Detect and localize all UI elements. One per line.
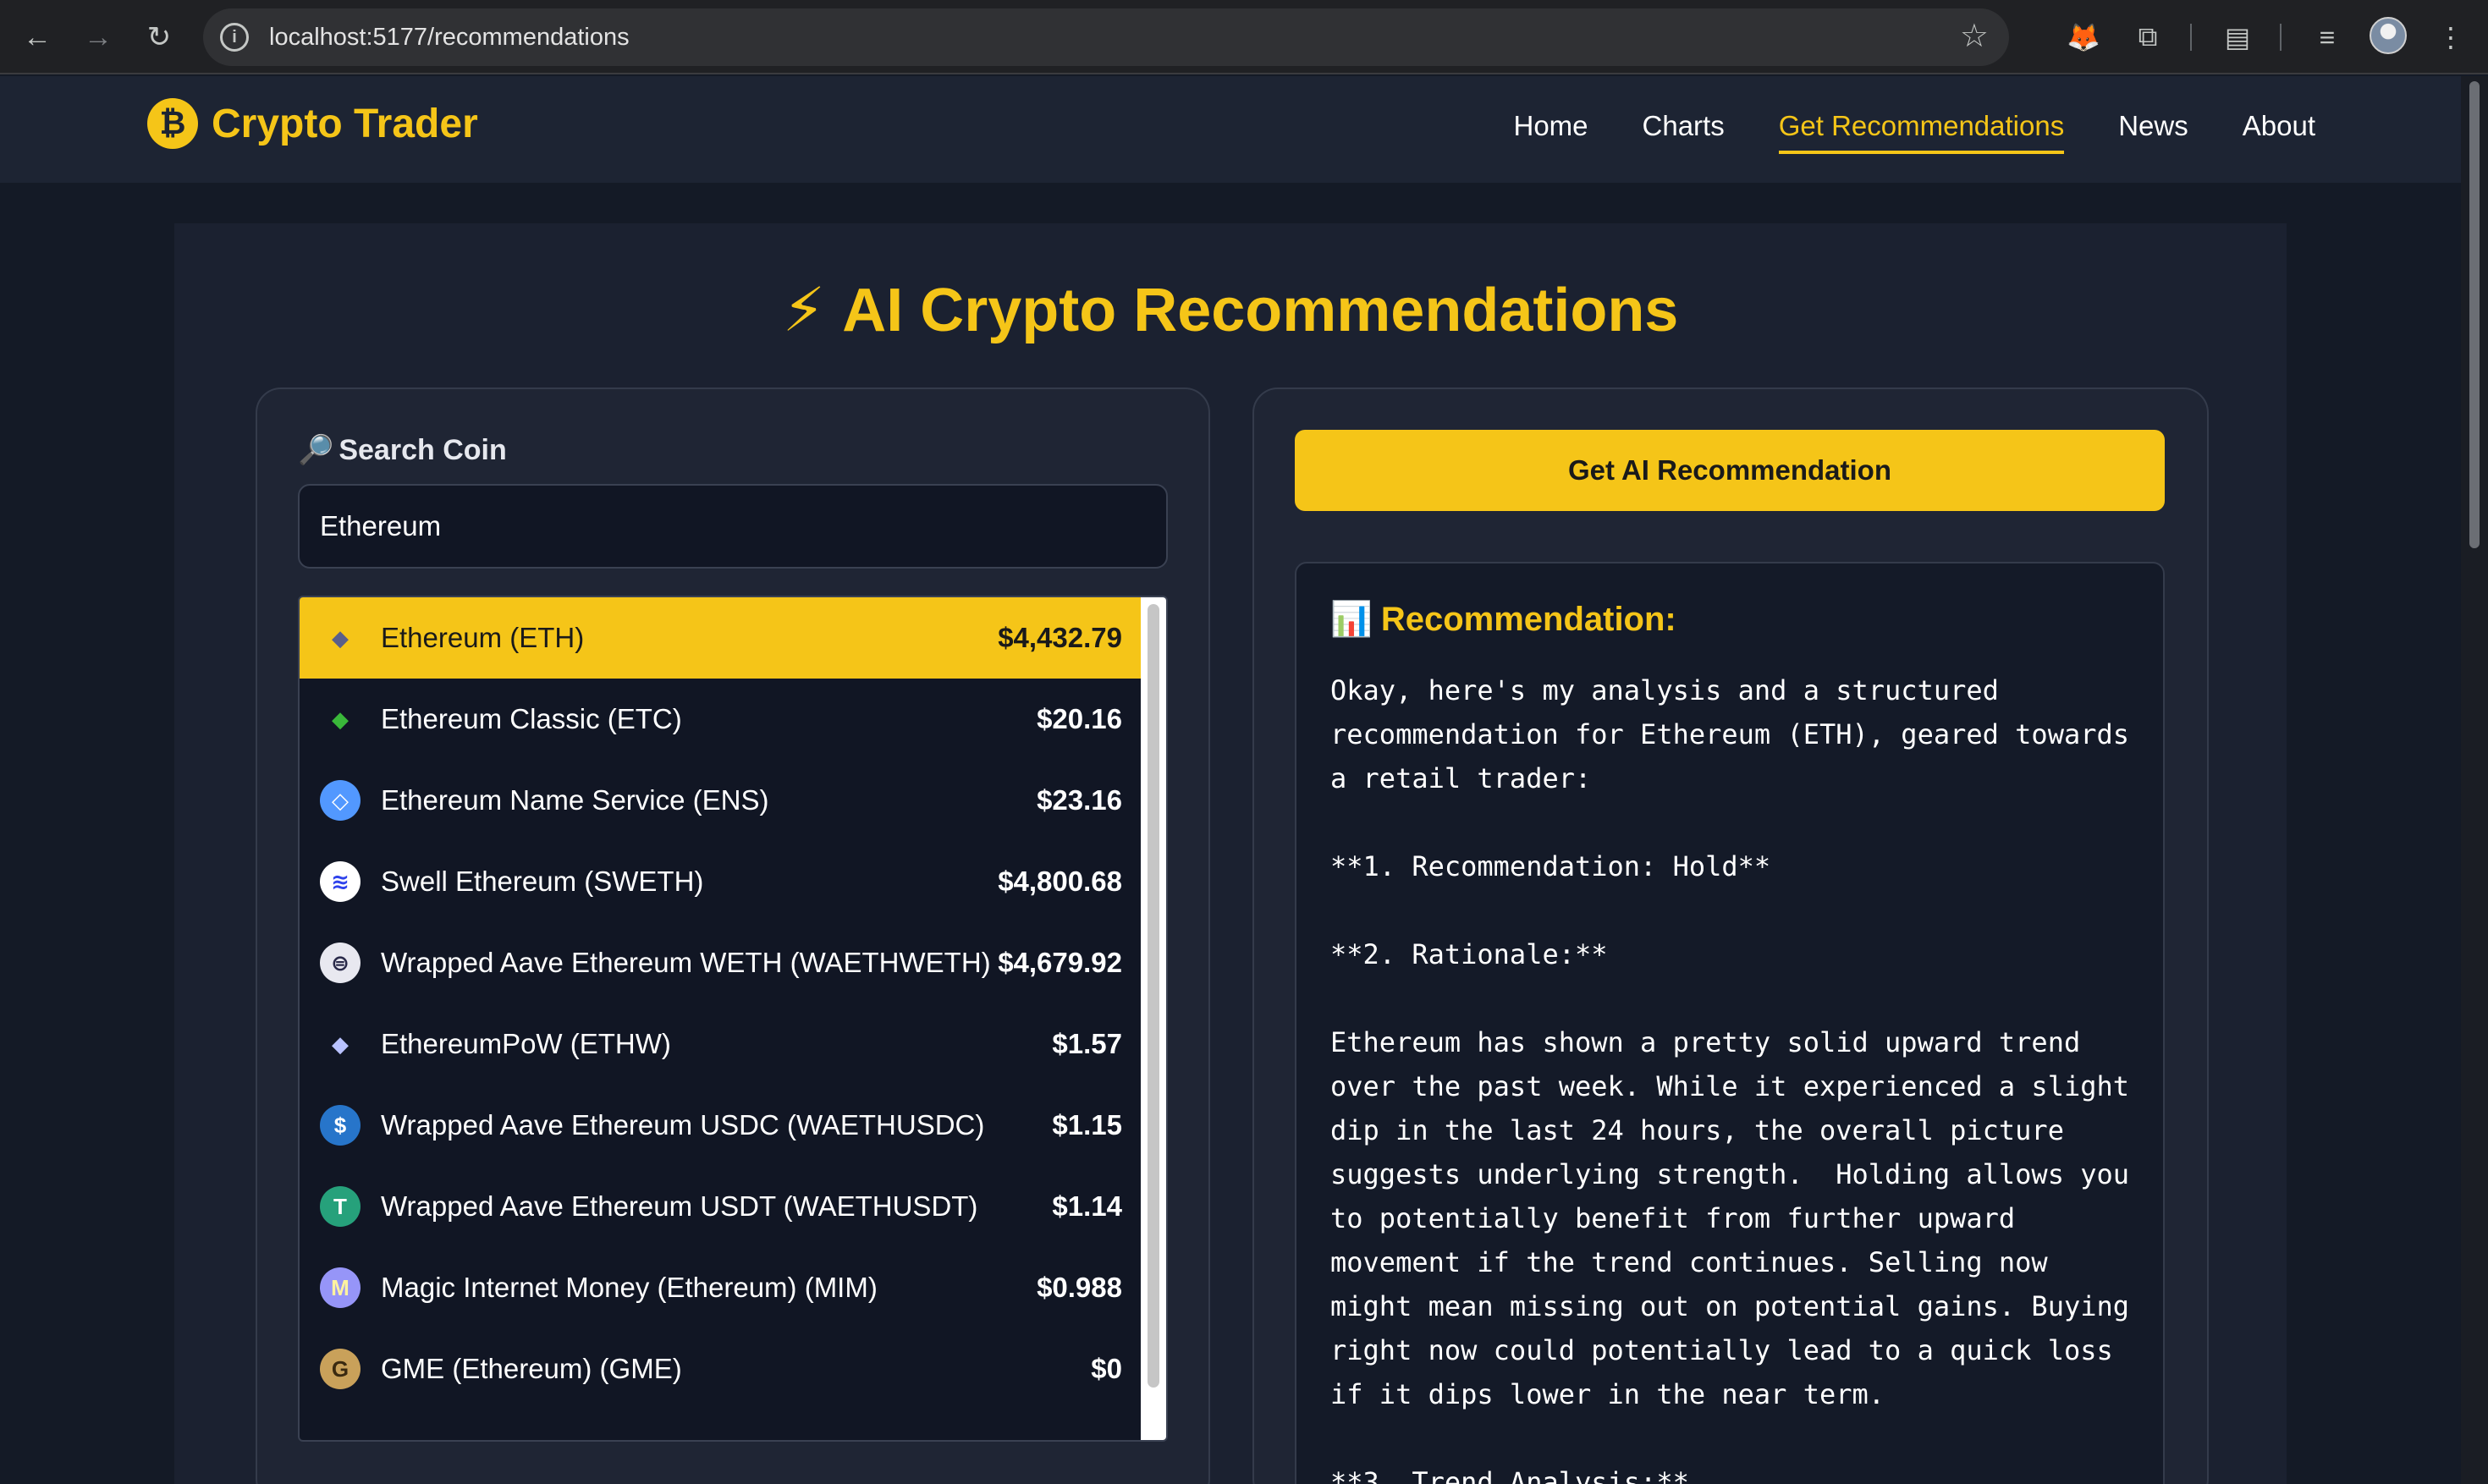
recommendation-title: 📊 Recommendation: xyxy=(1330,599,1676,639)
page-scrollbar-thumb[interactable] xyxy=(2469,81,2480,548)
recommendation-output: 📊 Recommendation: Okay, here's my analysi… xyxy=(1295,562,2165,1484)
get-ai-recommendation-button[interactable]: Get AI Recommendation xyxy=(1295,430,2165,511)
nav-charts[interactable]: Charts xyxy=(1643,110,1725,154)
coin-name: Wrapped Aave Ethereum USDT (WAETHUSDT) xyxy=(381,1190,978,1222)
coin-row[interactable]: ◇ Ethereum Name Service (ENS) $23.16 xyxy=(300,760,1142,841)
coin-price: $1.14 xyxy=(1052,1190,1122,1222)
brand-logo[interactable]: ₿ Crypto Trader xyxy=(147,98,478,149)
reading-list-icon[interactable]: ▤ xyxy=(2216,15,2260,59)
nav-get-recommendations[interactable]: Get Recommendations xyxy=(1778,110,2065,154)
puzzle-extension-icon[interactable]: ⧉ xyxy=(2126,15,2170,59)
page-scrollbar[interactable] xyxy=(2461,76,2488,1484)
recommendation-text: Okay, here's my analysis and a structure… xyxy=(1330,674,2130,1484)
coin-price: $1.15 xyxy=(1052,1109,1122,1140)
coin-row[interactable]: T Wrapped Aave Ethereum USDT (WAETHUSDT) $… xyxy=(300,1166,1142,1247)
search-card: 🔎Search Coin G GME (Ethereum) (GME) $0 M Mag… xyxy=(256,387,1210,1484)
recommendation-title-text: Recommendation: xyxy=(1380,601,1676,638)
nav-news[interactable]: News xyxy=(2118,110,2188,154)
media-queue-icon[interactable]: ≡ xyxy=(2305,15,2349,59)
ethereum-icon: ◆ xyxy=(332,624,349,651)
ens-icon: ◇ xyxy=(320,780,361,821)
ethereum-classic-icon: ◆ xyxy=(332,706,349,732)
coin-row[interactable]: ⊜ Wrapped Aave Ethereum WETH (WAETHWETH) $… xyxy=(300,922,1142,1003)
search-label: 🔎 Search Coin xyxy=(298,433,507,467)
coin-results-list[interactable]: G GME (Ethereum) (GME) $0 M Magic Internet M… xyxy=(298,596,1168,1442)
coin-row[interactable]: ≋ Swell Ethereum (SWETH) $4,800.68 xyxy=(300,841,1142,922)
address-bar[interactable]: i localhost:5177/recommendations ☆ xyxy=(203,8,2009,66)
coin-row[interactable]: G GME (Ethereum) (GME) $0 xyxy=(300,1328,1142,1410)
coin-price: $4,679.92 xyxy=(998,947,1122,978)
coin-row[interactable]: $ Wrapped Aave Ethereum USDC (WAETHUSDC) $… xyxy=(300,1085,1142,1166)
reload-icon[interactable]: ↻ xyxy=(137,15,181,59)
toolbar-divider xyxy=(2190,24,2192,51)
coin-price: $23.16 xyxy=(1037,784,1122,816)
aave-usdc-icon: $ xyxy=(320,1105,361,1146)
coin-name: Swell Ethereum (SWETH) xyxy=(381,866,704,897)
coin-name: Wrapped Aave Ethereum WETH (WAETHWETH) xyxy=(381,947,991,978)
coin-price: $20.16 xyxy=(1037,703,1122,734)
back-arrow-icon[interactable]: ← xyxy=(15,15,59,59)
search-label-text: Search Coin xyxy=(339,434,507,466)
profile-avatar[interactable] xyxy=(2370,17,2407,54)
brand-name: Crypto Trader xyxy=(212,101,478,146)
bar-chart-icon: 📊 xyxy=(1330,601,1373,638)
coin-price: $4,800.68 xyxy=(998,866,1122,897)
lightning-icon: ⚡ xyxy=(782,277,826,344)
list-scrollbar[interactable] xyxy=(1141,597,1166,1440)
coin-name: Wrapped Aave Ethereum USDC (WAETHUSDC) xyxy=(381,1109,985,1140)
nav-about[interactable]: About xyxy=(2243,110,2315,154)
browser-toolbar: ← → ↻ i localhost:5177/recommendations ☆… xyxy=(0,0,2488,74)
coin-price: $0 xyxy=(1091,1353,1122,1384)
coin-price: $4,432.79 xyxy=(998,622,1122,653)
mim-icon: M xyxy=(320,1267,361,1308)
nav-home[interactable]: Home xyxy=(1513,110,1588,154)
star-icon[interactable]: ☆ xyxy=(1960,17,1989,55)
main-panel: ⚡ AI Crypto Recommendations 🔎 Search Coin … xyxy=(174,223,2287,1484)
coin-name: EthereumPoW (ETHW) xyxy=(381,1028,671,1059)
toolbar-divider xyxy=(2280,24,2282,51)
coin-name: Ethereum Classic (ETC) xyxy=(381,703,682,734)
coin-name: Magic Internet Money (Ethereum) (MIM) xyxy=(381,1272,878,1303)
main-nav: Home Charts Get Recommendations News Abo… xyxy=(1513,110,2315,154)
page-title-text: AI Crypto Recommendations xyxy=(842,277,1679,344)
fox-extension-icon[interactable]: 🦊 xyxy=(2061,15,2105,59)
coin-row[interactable]: ◆ Ethereum (ETH) $4,432.79 xyxy=(300,597,1142,679)
magnifier-icon: 🔎 xyxy=(298,434,334,466)
coin-row[interactable]: M Magic Internet Money (Ethereum) (MIM) $0… xyxy=(300,1247,1142,1328)
search-input[interactable] xyxy=(298,484,1168,569)
ethereumpow-icon: ◆ xyxy=(332,1031,349,1057)
coin-price: $1.57 xyxy=(1052,1028,1122,1059)
bitcoin-icon: ₿ xyxy=(147,98,198,149)
coin-row[interactable]: ◆ Ethereum Classic (ETC) $20.16 xyxy=(300,679,1142,760)
coin-price: $0.988 xyxy=(1037,1272,1122,1303)
info-icon[interactable]: i xyxy=(220,23,249,52)
url-text[interactable]: localhost:5177/recommendations xyxy=(269,24,630,52)
coin-name: Ethereum (ETH) xyxy=(381,622,585,653)
forward-arrow-icon[interactable]: → xyxy=(76,15,120,59)
page-title: ⚡ AI Crypto Recommendations xyxy=(174,274,2287,345)
swell-icon: ≋ xyxy=(320,861,361,902)
aave-weth-icon: ⊜ xyxy=(320,943,361,983)
kebab-menu-icon[interactable]: ⋮ xyxy=(2429,15,2473,59)
recommendation-card: Get AI Recommendation 📊 Recommendation: O… xyxy=(1252,387,2209,1484)
coin-row[interactable]: ◆ EthereumPoW (ETHW) $1.57 xyxy=(300,1003,1142,1085)
coin-name: GME (Ethereum) (GME) xyxy=(381,1353,682,1384)
coin-name: Ethereum Name Service (ENS) xyxy=(381,784,769,816)
list-scrollbar-thumb[interactable] xyxy=(1148,604,1159,1388)
gme-icon: G xyxy=(320,1349,361,1389)
aave-usdt-icon: T xyxy=(320,1186,361,1227)
site-header: ₿ Crypto Trader Home Charts Get Recommen… xyxy=(0,76,2461,183)
